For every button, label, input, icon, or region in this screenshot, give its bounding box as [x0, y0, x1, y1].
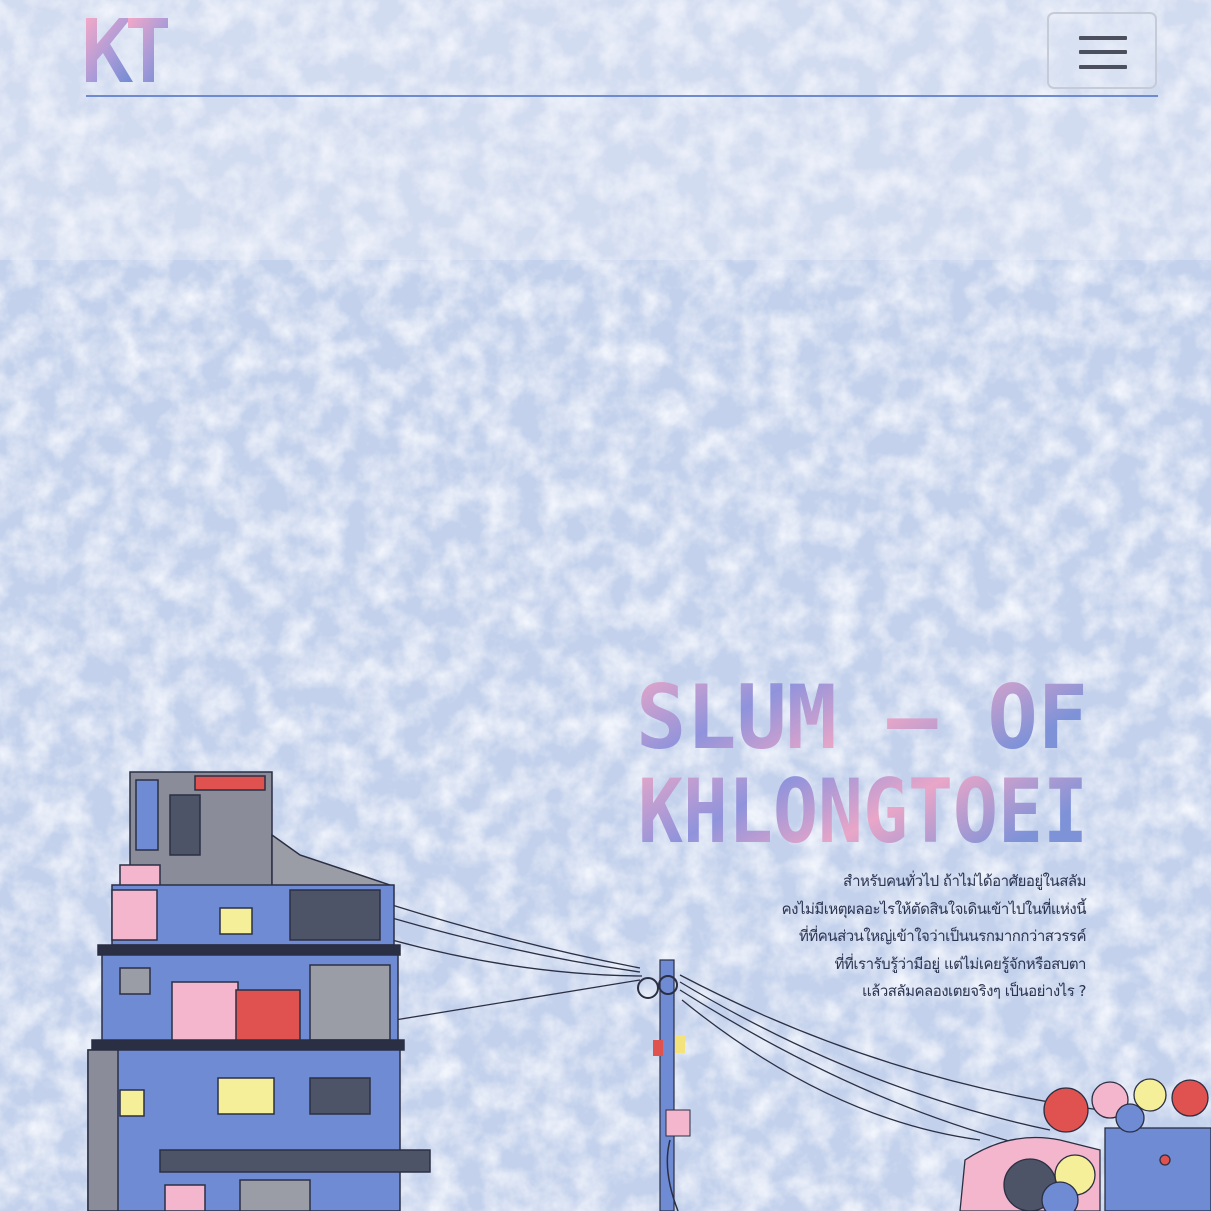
hamburger-icon-bar: [1079, 50, 1127, 54]
power-lines: [391, 904, 1101, 1151]
utility-pole: [637, 959, 691, 1211]
menu-toggle-button[interactable]: [1047, 12, 1157, 89]
slum-illustration: [87, 771, 1211, 1211]
slum-building: [87, 771, 431, 1211]
hero-title-line1: SLUM — OF: [636, 676, 1088, 769]
hamburger-icon-bar: [1079, 65, 1127, 69]
garbage-pile: [959, 1078, 1211, 1211]
kt-logo[interactable]: [84, 14, 170, 86]
hamburger-icon-bar: [1079, 36, 1127, 40]
header-divider: [86, 95, 1158, 97]
